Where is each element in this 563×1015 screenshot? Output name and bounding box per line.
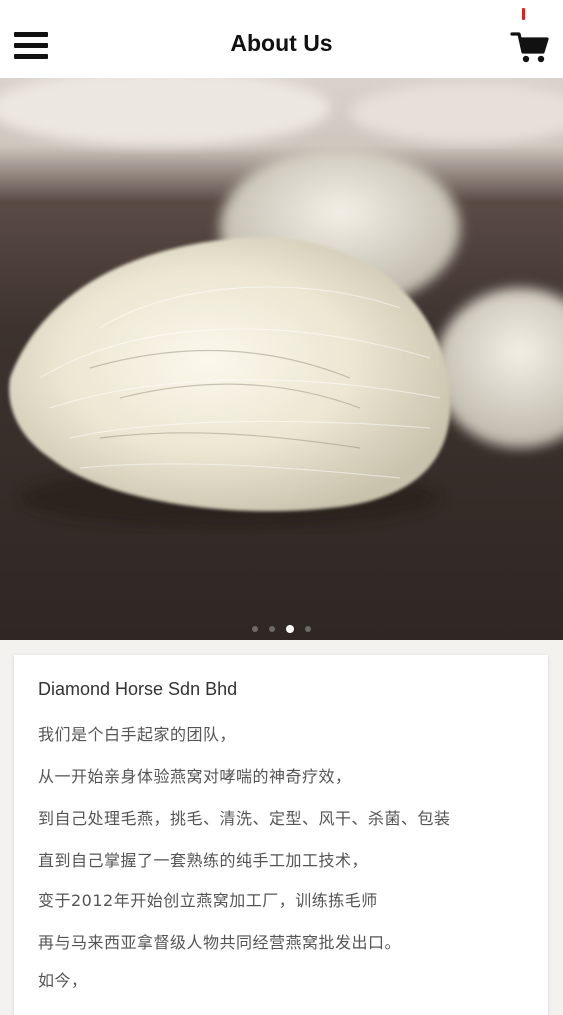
image-carousel[interactable] (0, 78, 563, 640)
about-text-line: 到自己处理毛燕，挑毛、清洗、定型、风干、杀菌、包装 (38, 809, 451, 828)
about-text-line: 直到自己掌握了一套熟练的纯手工加工技术， (38, 851, 369, 870)
about-text-line: 从一开始亲身体验燕窝对哮喘的神奇疗效， (38, 767, 352, 786)
page-title: About Us (230, 30, 333, 56)
cart-badge (522, 8, 525, 20)
carousel-dot[interactable] (268, 625, 275, 632)
about-card: Diamond Horse Sdn Bhd 我们是个白手起家的团队， 从一开始亲… (14, 655, 548, 1015)
carousel-indicators (0, 618, 563, 633)
carousel-dot[interactable] (305, 625, 312, 632)
carousel-dot-active[interactable] (286, 624, 295, 633)
company-name: Diamond Horse Sdn Bhd (38, 679, 238, 699)
about-text-line: 我们是个白手起家的团队， (38, 725, 237, 744)
shopping-cart-icon (510, 32, 549, 63)
cart-button[interactable] (510, 30, 550, 66)
about-text-line: 再与马来西亚拿督级人物共同经营燕窝批发出口。 (38, 933, 402, 952)
birds-nest-photo (0, 78, 563, 640)
top-app-bar: About Us (0, 0, 563, 79)
about-text-line: 如今， (38, 971, 88, 990)
carousel-dot[interactable] (251, 625, 258, 632)
about-text-line: 变于2012年开始创立燕窝加工厂，训练拣毛师 (38, 891, 378, 910)
